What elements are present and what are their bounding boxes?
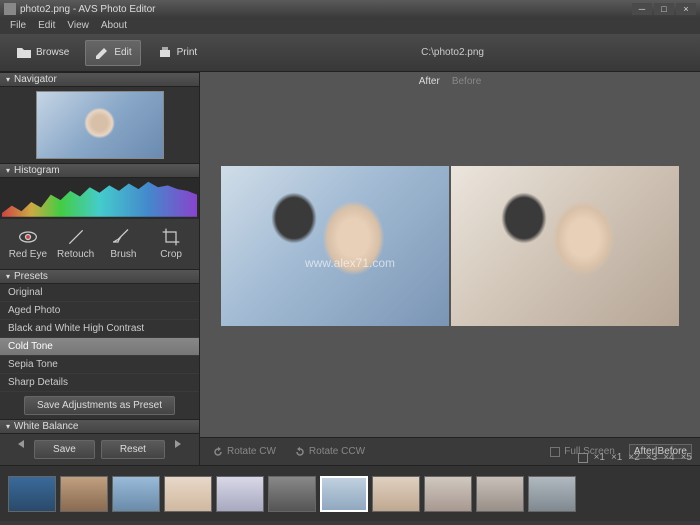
file-path: C:\photo2.png [213, 47, 692, 58]
navigator-header[interactable]: Navigator [0, 72, 199, 87]
before-image[interactable] [451, 166, 679, 326]
thumb-1[interactable] [8, 476, 56, 512]
tab-before[interactable]: Before [452, 76, 481, 87]
preset-sepia[interactable]: Sepia Tone [0, 356, 199, 374]
next-button[interactable] [175, 440, 181, 448]
preset-sharp[interactable]: Sharp Details [0, 374, 199, 392]
close-button[interactable]: × [676, 3, 696, 15]
histogram-header[interactable]: Histogram [0, 163, 199, 178]
filmstrip [0, 465, 700, 521]
minimize-button[interactable]: ─ [632, 3, 652, 15]
menu-view[interactable]: View [61, 18, 95, 34]
rotate-ccw-icon [294, 446, 306, 458]
save-button[interactable]: Save [34, 440, 95, 459]
histogram-panel [0, 178, 199, 219]
zoom-2[interactable]: ×2 [628, 452, 639, 463]
tab-after[interactable]: After [419, 76, 440, 87]
fullscreen-icon [549, 446, 561, 458]
menu-about[interactable]: About [95, 18, 133, 34]
zoom-fit-button[interactable] [578, 453, 588, 463]
zoom-controls: ×1 ×1 ×2 ×3 ×4 ×5 [578, 452, 692, 463]
thumb-8[interactable] [372, 476, 420, 512]
save-preset-button[interactable]: Save Adjustments as Preset [24, 396, 175, 415]
menu-edit[interactable]: Edit [32, 18, 61, 34]
browse-label: Browse [36, 47, 69, 58]
redeye-label: Red Eye [9, 249, 47, 260]
rotate-cw-label: Rotate CW [227, 446, 276, 457]
presets-header[interactable]: Presets [0, 269, 199, 284]
thumb-9[interactable] [424, 476, 472, 512]
thumb-11[interactable] [528, 476, 576, 512]
preset-original[interactable]: Original [0, 284, 199, 302]
print-button[interactable]: Print [149, 41, 206, 65]
redeye-tool[interactable]: Red Eye [6, 227, 50, 260]
pencil-icon [94, 45, 110, 61]
app-icon [4, 3, 16, 15]
thumb-6[interactable] [268, 476, 316, 512]
print-label: Print [177, 47, 198, 58]
crop-icon [161, 227, 181, 247]
menu-file[interactable]: File [4, 18, 32, 34]
thumb-5[interactable] [216, 476, 264, 512]
preset-list: Original Aged Photo Black and White High… [0, 284, 199, 392]
rotate-cw-icon [212, 446, 224, 458]
zoom-3[interactable]: ×3 [646, 452, 657, 463]
rotate-ccw-button[interactable]: Rotate CCW [290, 444, 369, 460]
crop-tool[interactable]: Crop [149, 227, 193, 260]
preset-cold[interactable]: Cold Tone [0, 338, 199, 356]
browse-button[interactable]: Browse [8, 41, 77, 65]
brush-icon [66, 227, 86, 247]
after-image[interactable] [221, 166, 449, 326]
navigator-panel [0, 87, 199, 163]
retouch-label: Retouch [57, 249, 94, 260]
thumb-2[interactable] [60, 476, 108, 512]
thumb-7[interactable] [320, 476, 368, 512]
reset-button[interactable]: Reset [101, 440, 165, 459]
histogram-chart [2, 180, 197, 217]
preset-bw[interactable]: Black and White High Contrast [0, 320, 199, 338]
retouch-tool[interactable]: Retouch [54, 227, 98, 260]
thumb-10[interactable] [476, 476, 524, 512]
brush-tool[interactable]: Brush [101, 227, 145, 260]
zoom-1a[interactable]: ×1 [594, 452, 605, 463]
zoom-1b[interactable]: ×1 [611, 452, 622, 463]
folder-icon [16, 45, 32, 61]
printer-icon [157, 45, 173, 61]
eye-icon [18, 227, 38, 247]
zoom-4[interactable]: ×4 [663, 452, 674, 463]
edit-label: Edit [114, 47, 131, 58]
paintbrush-icon [113, 227, 133, 247]
prev-button[interactable] [18, 440, 24, 448]
rotate-ccw-label: Rotate CCW [309, 446, 365, 457]
maximize-button[interactable]: □ [654, 3, 674, 15]
whitebalance-header[interactable]: White Balance [0, 419, 199, 434]
menu-bar: File Edit View About [0, 18, 700, 34]
edit-button[interactable]: Edit [85, 40, 140, 66]
image-viewer: www.alex71.com [200, 90, 700, 437]
preset-aged[interactable]: Aged Photo [0, 302, 199, 320]
zoom-5[interactable]: ×5 [681, 452, 692, 463]
navigator-thumbnail[interactable] [36, 91, 164, 159]
crop-label: Crop [160, 249, 182, 260]
thumb-3[interactable] [112, 476, 160, 512]
thumb-4[interactable] [164, 476, 212, 512]
window-title: photo2.png - AVS Photo Editor [20, 4, 632, 15]
rotate-cw-button[interactable]: Rotate CW [208, 444, 280, 460]
brush-label: Brush [110, 249, 136, 260]
